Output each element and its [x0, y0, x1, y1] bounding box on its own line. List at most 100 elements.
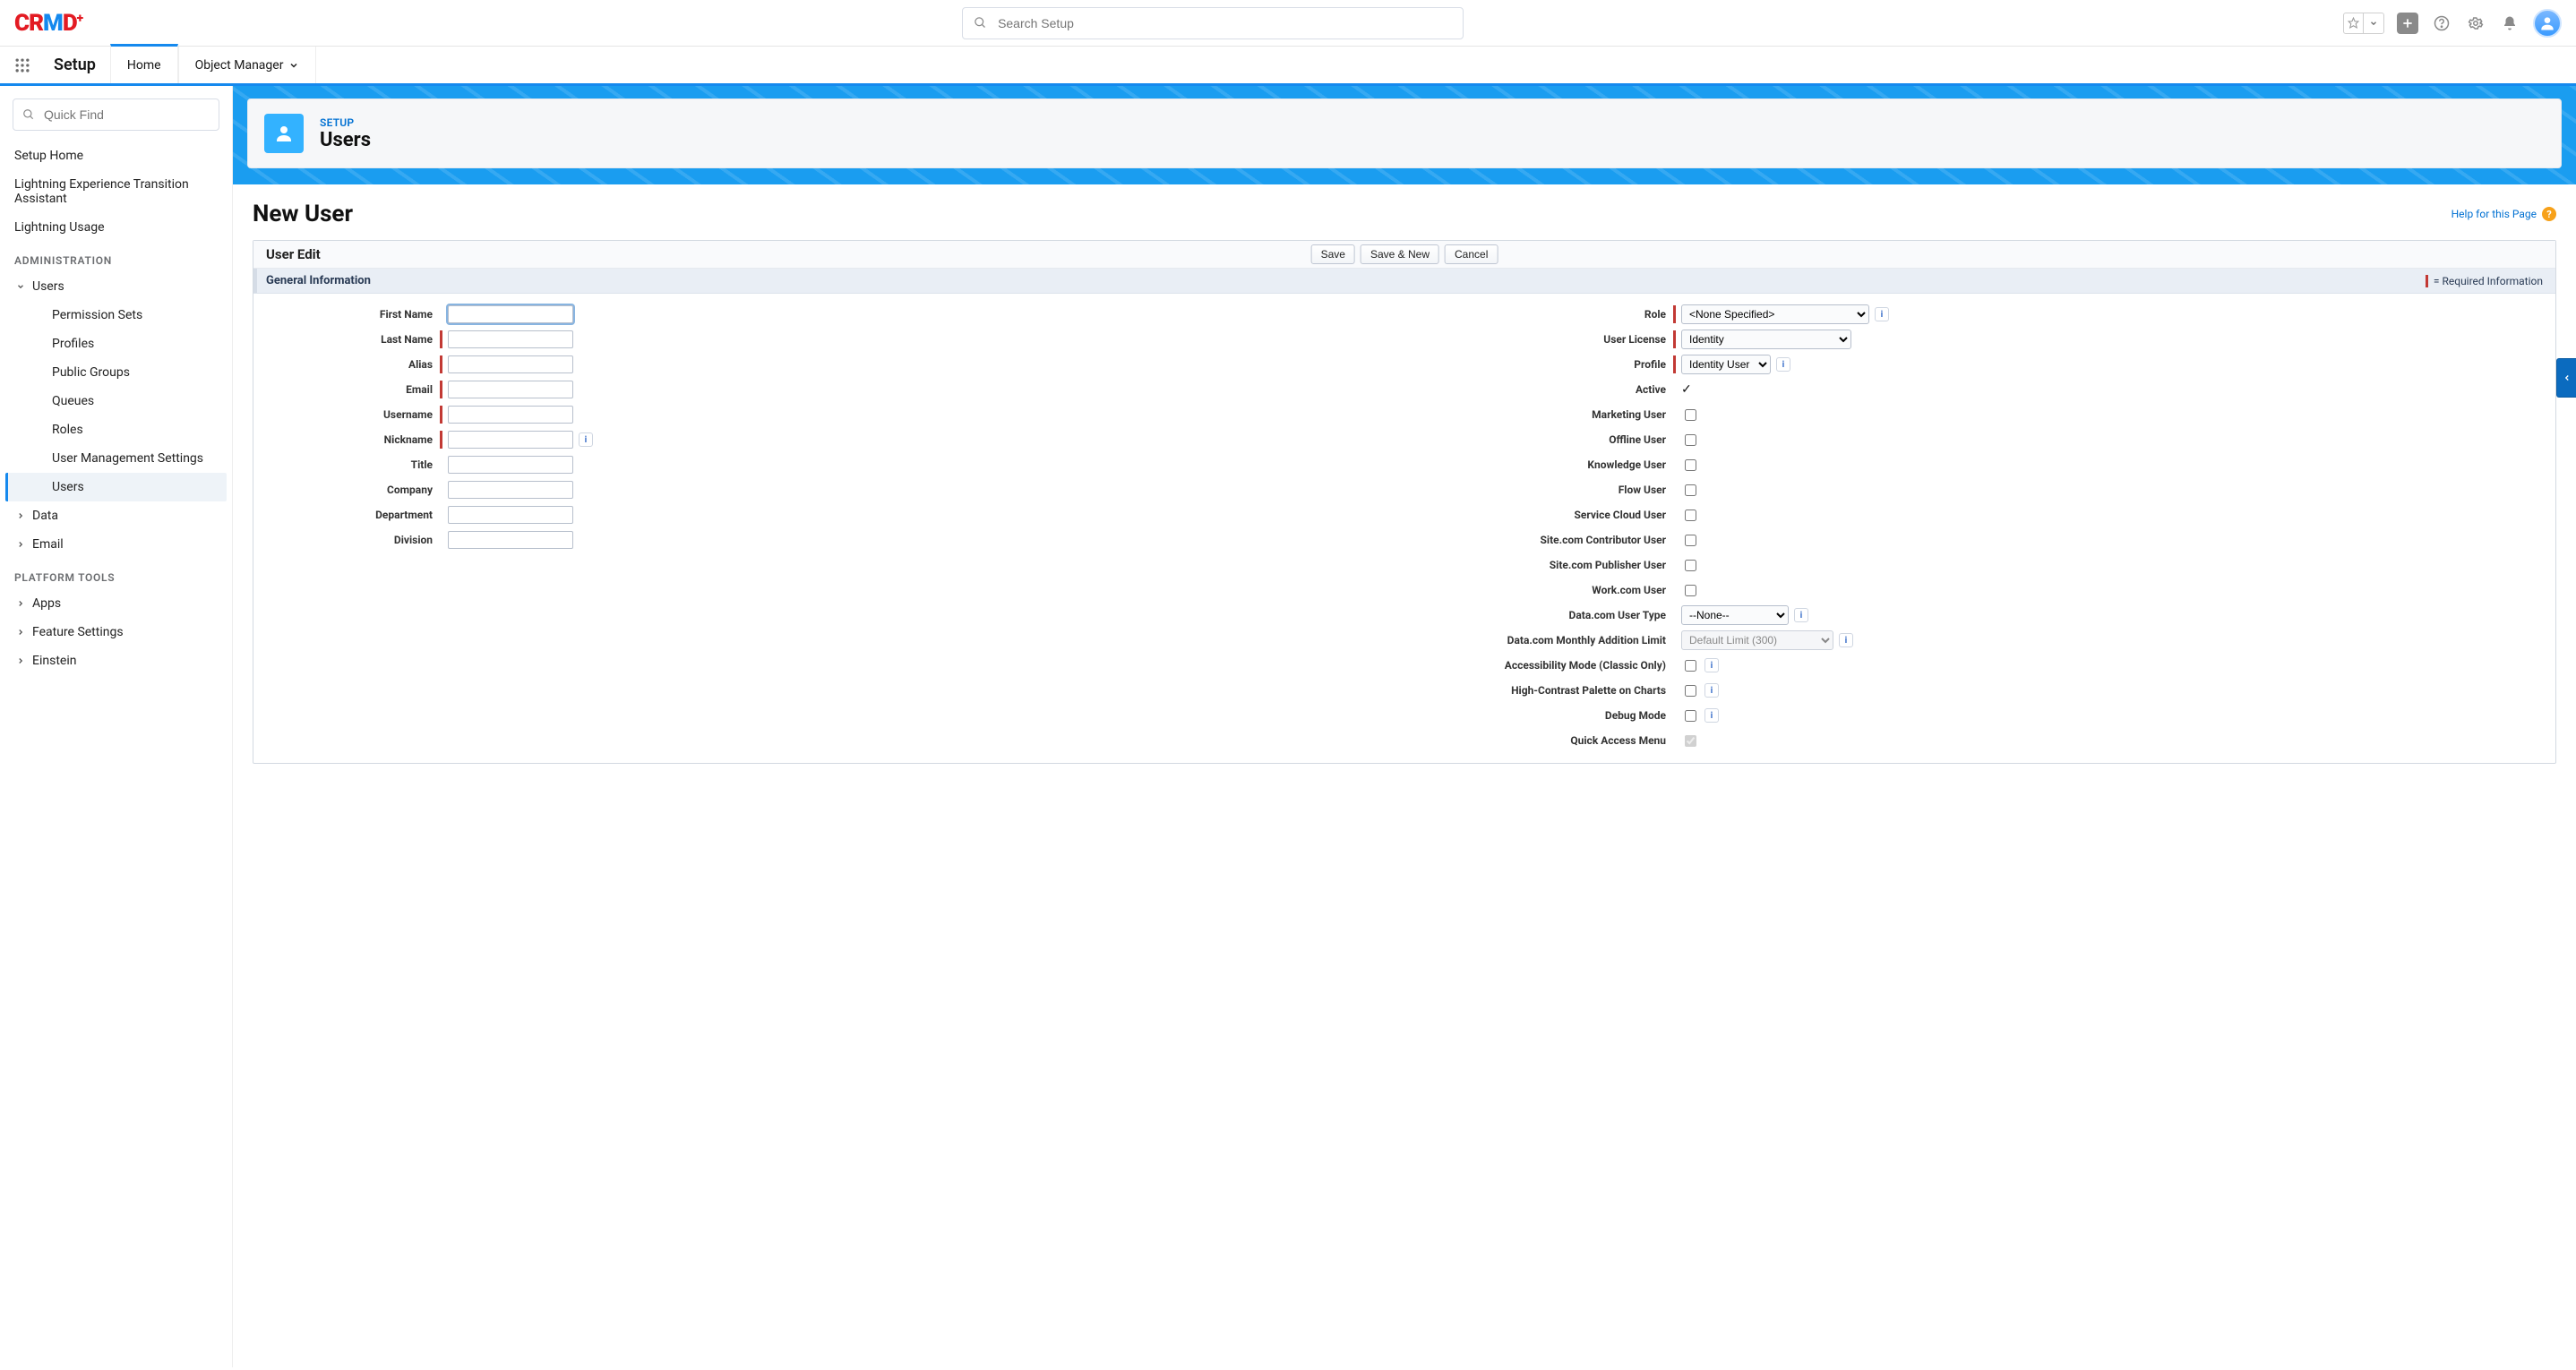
global-search-input[interactable] [996, 15, 1452, 31]
label-nickname: Nickname [270, 433, 440, 446]
help-link-label: Help for this Page [2451, 208, 2537, 220]
required-indicator-icon [2426, 275, 2428, 287]
sidebar-feature-settings-label: Feature Settings [32, 625, 124, 639]
label-role: Role [1422, 308, 1673, 321]
service-cloud-checkbox[interactable] [1685, 509, 1696, 521]
sidebar-profiles[interactable]: Profiles [5, 330, 227, 358]
chevron-right-icon [14, 540, 27, 549]
sidebar-roles[interactable]: Roles [5, 415, 227, 444]
search-icon [22, 108, 35, 121]
tab-object-manager[interactable]: Object Manager [178, 47, 317, 83]
save-and-new-button[interactable]: Save & New [1361, 244, 1439, 264]
tab-home[interactable]: Home [110, 44, 178, 83]
info-icon[interactable]: i [1875, 307, 1889, 321]
label-high-contrast: High-Contrast Palette on Charts [1422, 684, 1673, 697]
sidebar-queues[interactable]: Queues [5, 387, 227, 415]
global-header: CRMD+ [0, 0, 2576, 47]
form-left-column: First Name Last Name Alias Email Usernam… [270, 303, 1387, 754]
sidebar-apps[interactable]: Apps [5, 589, 227, 618]
sidebar-einstein[interactable]: Einstein [5, 646, 227, 675]
sidebar-user-mgmt-settings[interactable]: User Management Settings [5, 444, 227, 473]
title-input[interactable] [448, 456, 573, 474]
alias-input[interactable] [448, 355, 573, 373]
sidebar-public-groups[interactable]: Public Groups [5, 358, 227, 387]
page-hero: SETUP Users [233, 86, 2576, 184]
offline-user-checkbox[interactable] [1685, 434, 1696, 446]
sidebar-transition-assistant[interactable]: Lightning Experience Transition Assistan… [5, 170, 227, 213]
info-icon[interactable]: i [1776, 357, 1790, 372]
info-icon[interactable]: i [1704, 658, 1719, 672]
chevron-down-icon [288, 60, 299, 71]
expand-panel-tab[interactable] [2556, 358, 2576, 398]
label-alias: Alias [270, 358, 440, 371]
company-input[interactable] [448, 481, 573, 499]
save-button[interactable]: Save [1311, 244, 1355, 264]
sidebar-apps-label: Apps [32, 596, 61, 611]
role-select[interactable]: <None Specified> [1681, 304, 1869, 324]
chevron-right-icon [14, 599, 27, 608]
sidebar-users-group[interactable]: Users [5, 272, 227, 301]
sidebar-lightning-usage[interactable]: Lightning Usage [5, 213, 227, 242]
info-icon[interactable]: i [1839, 633, 1853, 647]
flow-user-checkbox[interactable] [1685, 484, 1696, 496]
required-note: = Required Information [2426, 275, 2543, 287]
division-input[interactable] [448, 531, 573, 549]
avatar[interactable] [2533, 9, 2562, 38]
sidebar-data[interactable]: Data [5, 501, 227, 530]
site-pub-checkbox[interactable] [1685, 560, 1696, 571]
email-input[interactable] [448, 381, 573, 398]
favorites-control[interactable] [2343, 13, 2384, 34]
label-work-user: Work.com User [1422, 584, 1673, 596]
marketing-user-checkbox[interactable] [1685, 409, 1696, 421]
label-offline-user: Offline User [1422, 433, 1673, 446]
sidebar-setup-home[interactable]: Setup Home [5, 141, 227, 170]
knowledge-user-checkbox[interactable] [1685, 459, 1696, 471]
chevron-right-icon [14, 656, 27, 665]
sidebar-users[interactable]: Users [5, 473, 227, 501]
help-icon[interactable] [2431, 13, 2452, 34]
work-user-checkbox[interactable] [1685, 585, 1696, 596]
app-launcher-icon[interactable] [5, 48, 39, 82]
first-name-input[interactable] [448, 305, 573, 323]
info-icon[interactable]: i [1704, 708, 1719, 723]
add-icon[interactable] [2397, 13, 2418, 34]
label-email: Email [270, 383, 440, 396]
nickname-input[interactable] [448, 431, 573, 449]
global-search[interactable] [962, 7, 1464, 39]
content-pane: SETUP Users New User Help for this Page … [233, 86, 2576, 1367]
chevron-down-icon[interactable] [2364, 13, 2383, 33]
department-input[interactable] [448, 506, 573, 524]
sidebar-feature-settings[interactable]: Feature Settings [5, 618, 227, 646]
label-site-pub: Site.com Publisher User [1422, 559, 1673, 571]
profile-select[interactable]: Identity User [1681, 355, 1771, 374]
label-service-cloud-user: Service Cloud User [1422, 509, 1673, 521]
bell-icon[interactable] [2499, 13, 2520, 34]
label-company: Company [270, 484, 440, 496]
username-input[interactable] [448, 406, 573, 424]
sidebar-permission-sets[interactable]: Permission Sets [5, 301, 227, 330]
label-debug: Debug Mode [1422, 709, 1673, 722]
quick-find-input[interactable] [42, 107, 210, 123]
sidebar-email[interactable]: Email [5, 530, 227, 559]
site-contrib-checkbox[interactable] [1685, 535, 1696, 546]
active-check-icon: ✓ [1681, 382, 1692, 397]
data-user-type-select[interactable]: --None-- [1681, 605, 1789, 625]
setup-sidebar: Setup Home Lightning Experience Transiti… [0, 86, 233, 1367]
label-last-name: Last Name [270, 333, 440, 346]
sidebar-section-administration: ADMINISTRATION [5, 242, 227, 272]
star-icon[interactable] [2344, 13, 2364, 33]
label-site-contrib: Site.com Contributor User [1422, 534, 1673, 546]
info-icon[interactable]: i [1794, 608, 1808, 622]
info-icon[interactable]: i [579, 432, 593, 447]
cancel-button[interactable]: Cancel [1445, 244, 1498, 264]
quick-find[interactable] [13, 98, 219, 131]
info-icon[interactable]: i [1704, 683, 1719, 698]
accessibility-checkbox[interactable] [1685, 660, 1696, 672]
high-contrast-checkbox[interactable] [1685, 685, 1696, 697]
help-for-page-link[interactable]: Help for this Page ? [2451, 207, 2556, 221]
chevron-down-icon [14, 282, 27, 291]
user-license-select[interactable]: Identity [1681, 330, 1851, 349]
last-name-input[interactable] [448, 330, 573, 348]
gear-icon[interactable] [2465, 13, 2486, 34]
debug-checkbox[interactable] [1685, 710, 1696, 722]
